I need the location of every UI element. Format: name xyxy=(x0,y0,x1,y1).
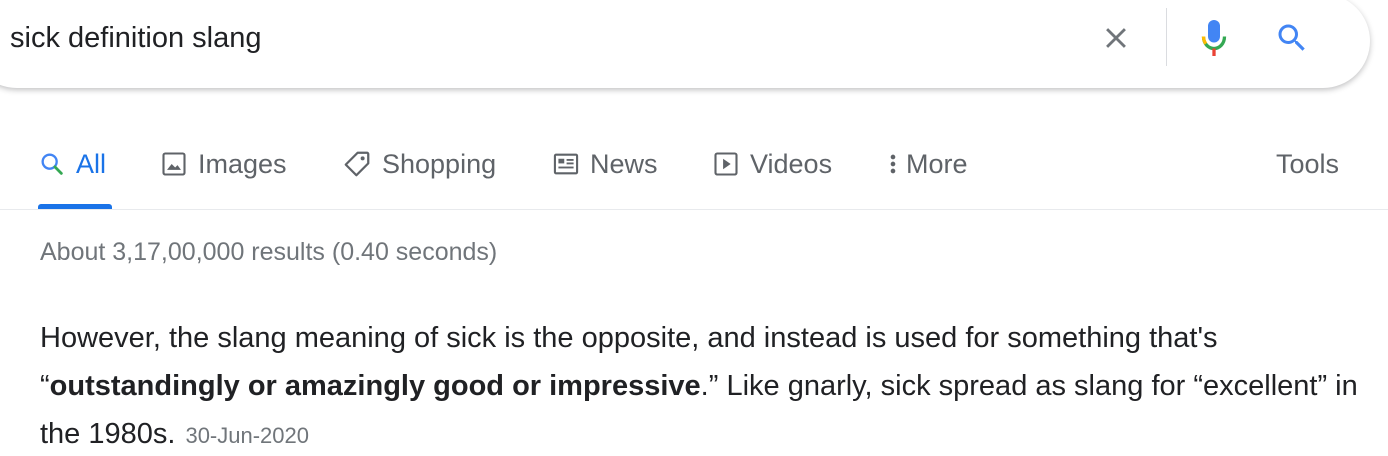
clear-button[interactable] xyxy=(1090,12,1142,64)
tools-button[interactable]: Tools xyxy=(1276,142,1339,186)
search-bar-divider xyxy=(1166,8,1167,66)
search-results-page: All Images Shopping xyxy=(0,0,1388,456)
tab-images[interactable]: Images xyxy=(160,142,287,186)
tab-label: All xyxy=(76,148,107,179)
snippet-date: 30-Jun-2020 xyxy=(185,423,309,448)
search-submit-button[interactable] xyxy=(1266,12,1318,64)
snippet-highlight: outstandingly or amazingly good or impre… xyxy=(49,370,701,402)
featured-snippet: However, the slang meaning of sick is th… xyxy=(40,314,1370,456)
tab-label: Videos xyxy=(750,148,833,179)
mic-icon xyxy=(1201,20,1227,56)
search-icon xyxy=(38,150,66,178)
result-stats: About 3,17,00,000 results (0.40 seconds) xyxy=(40,238,498,266)
newspaper-icon xyxy=(552,150,580,178)
tab-label: More xyxy=(906,148,968,179)
tools-label: Tools xyxy=(1276,148,1340,179)
play-icon xyxy=(712,150,740,178)
image-icon xyxy=(160,150,188,178)
search-input[interactable] xyxy=(10,18,1010,58)
search-tabs: All Images Shopping News Videos More Too… xyxy=(0,130,1388,210)
tabs-divider xyxy=(0,209,1388,210)
tab-shopping[interactable]: Shopping xyxy=(342,142,496,186)
close-icon xyxy=(1106,28,1126,48)
tag-icon xyxy=(342,149,372,179)
voice-search-button[interactable] xyxy=(1188,12,1240,64)
tab-more[interactable]: More xyxy=(886,142,968,186)
search-icon xyxy=(1278,24,1305,51)
tab-label: News xyxy=(590,148,658,179)
tab-all[interactable]: All xyxy=(38,142,106,186)
tab-label: Shopping xyxy=(382,148,497,179)
search-bar xyxy=(0,0,1370,88)
more-vert-icon xyxy=(886,150,900,178)
tab-news[interactable]: News xyxy=(552,142,658,186)
tab-label: Images xyxy=(198,148,287,179)
tab-videos[interactable]: Videos xyxy=(712,142,832,186)
